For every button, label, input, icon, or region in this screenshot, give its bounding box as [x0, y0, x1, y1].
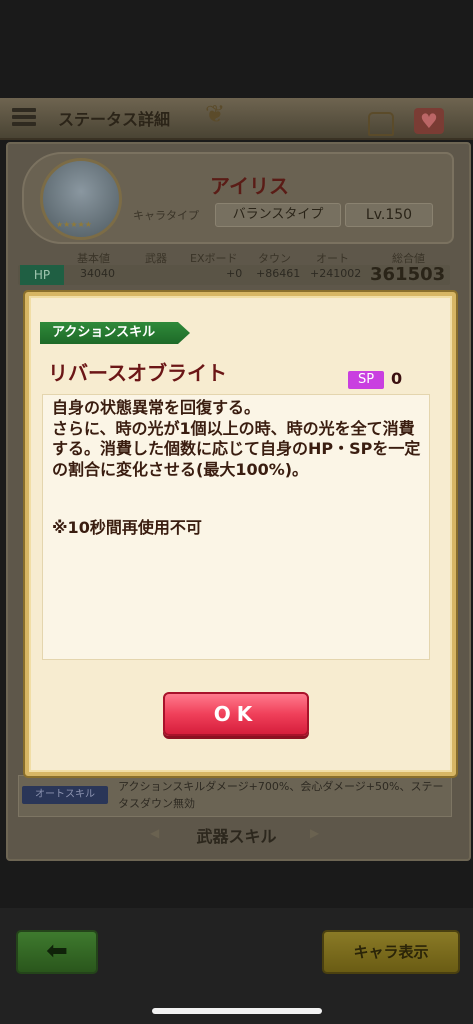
stat-header-weapon: 武器 — [145, 252, 167, 265]
sp-value: 0 — [391, 369, 403, 388]
hp-town: +86461 — [256, 267, 301, 280]
hp-base: 34040 — [80, 267, 115, 280]
skill-name: リバースオブライト — [48, 361, 227, 385]
chevron-right-icon[interactable]: ▶ — [310, 826, 319, 840]
skill-description: 自身の状態異常を回復する。 さらに、時の光が1個以上の時、時の光を全て消費する。… — [52, 398, 424, 480]
type-value: バランスタイプ — [215, 203, 341, 227]
page-title: ステータス詳細 — [58, 110, 171, 129]
weapon-skill-title: 武器スキル — [196, 827, 277, 846]
auto-skill-tag: オートスキル — [22, 786, 108, 804]
auto-skill-description: アクションスキルダメージ+700%、会心ダメージ+50%、ステータスダウン無効 — [118, 780, 444, 810]
level-badge: Lv.150 — [345, 203, 433, 227]
favorite-heart-icon[interactable]: ♥ — [414, 108, 444, 134]
menu-icon[interactable] — [12, 105, 36, 129]
stat-header-town: タウン — [258, 252, 291, 265]
stat-header-base: 基本値 — [77, 252, 110, 265]
hp-tag: HP — [20, 265, 64, 285]
description-line: さらに、時の光が1個以上の時、時の光を全て消費する。消費した個数に応じて自身のH… — [52, 418, 421, 479]
ok-button[interactable]: OK — [163, 692, 309, 736]
stat-header-auto: オート — [316, 252, 349, 265]
stat-header-exboard: EXボード — [190, 252, 238, 265]
description-line: 自身の状態異常を回復する。 — [52, 398, 261, 417]
rarity-stars: ★★★★★ — [56, 220, 92, 229]
character-name: アイリス — [210, 174, 289, 198]
arrow-left-icon: ⬅ — [46, 936, 68, 966]
type-label: キャラタイプ — [133, 209, 199, 222]
sp-badge: SP — [348, 371, 384, 389]
home-indicator — [152, 1008, 322, 1014]
hp-auto: +241002 — [310, 267, 362, 280]
cooldown-note: ※10秒間再使用不可 — [52, 518, 202, 537]
hp-exboard: +0 — [226, 267, 243, 280]
hp-total: 361503 — [370, 264, 446, 285]
back-button[interactable]: ⬅ — [16, 930, 98, 974]
chara-display-button[interactable]: キャラ表示 — [322, 930, 460, 974]
lock-icon[interactable] — [368, 112, 394, 136]
ornament-icon: ❦ — [205, 100, 226, 128]
skill-category-tag: アクションスキル — [40, 322, 190, 344]
